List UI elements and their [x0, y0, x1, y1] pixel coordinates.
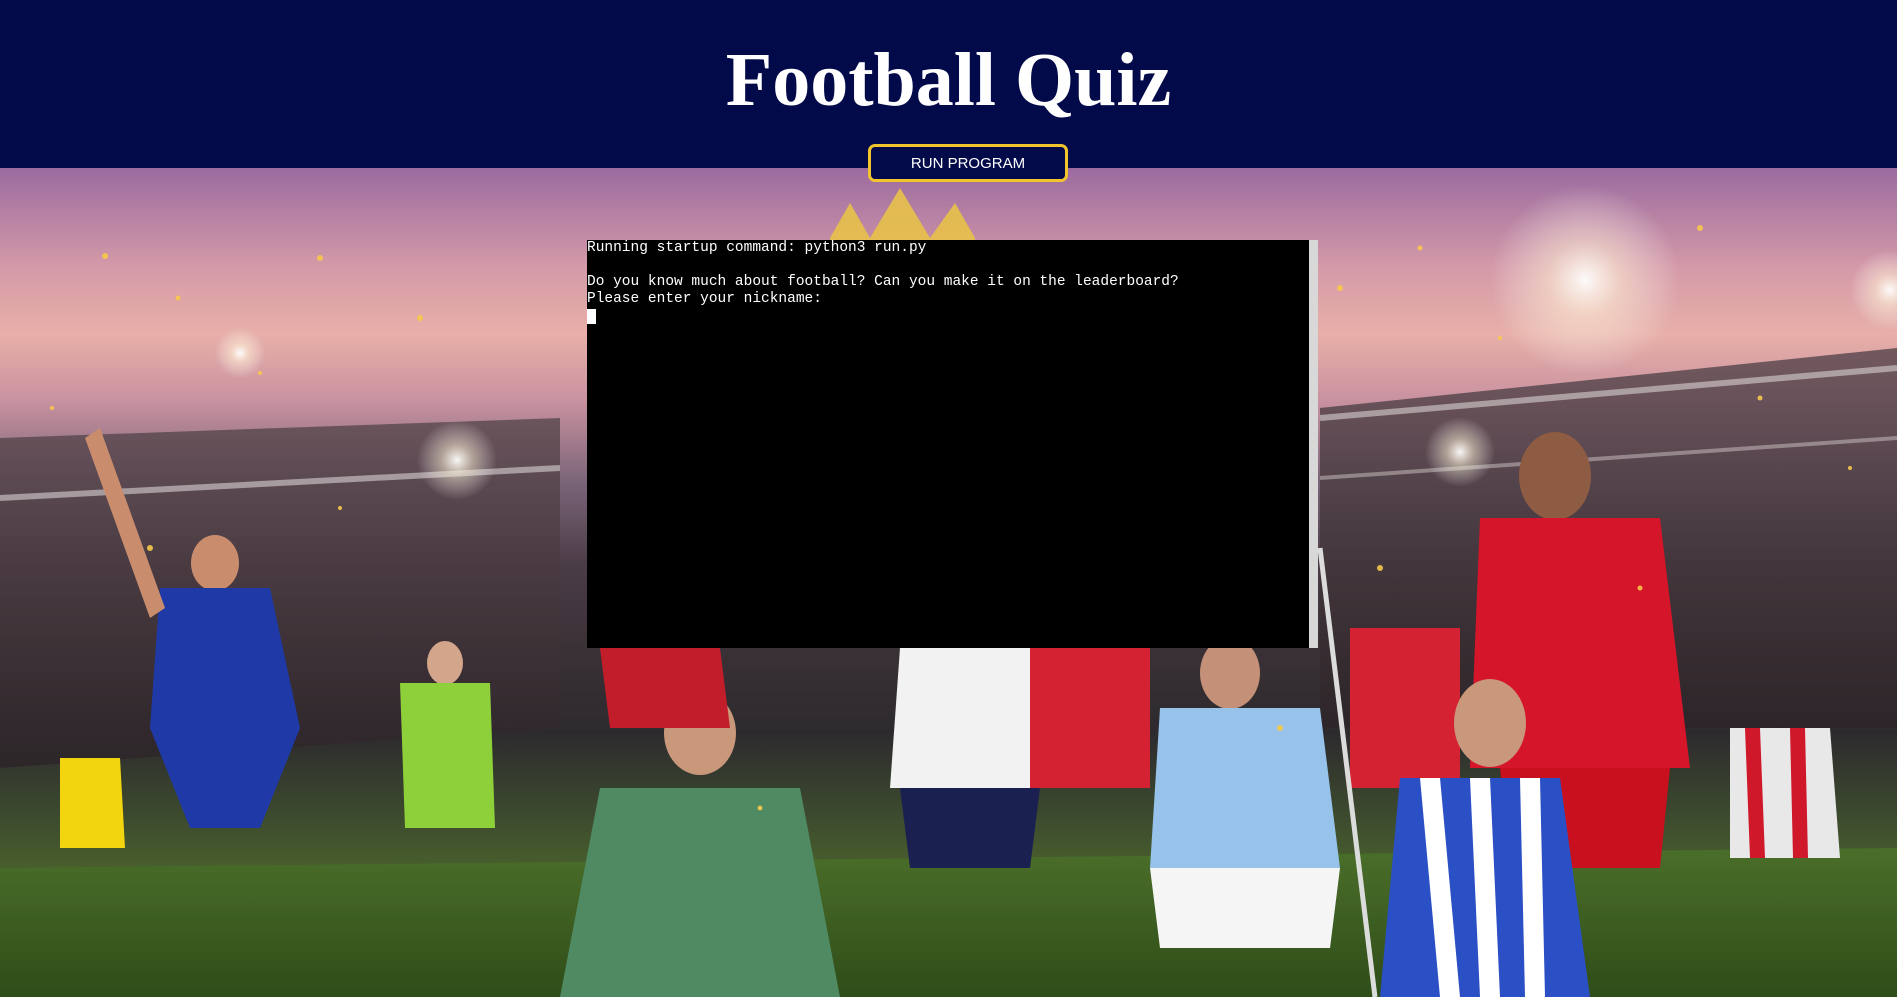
terminal-line: Do you know much about football? Can you… [587, 274, 1179, 290]
page-title: Football Quiz [725, 38, 1172, 122]
terminal-scrollbar[interactable] [1309, 240, 1318, 648]
terminal-input-line[interactable] [587, 308, 1309, 325]
page: Football Quiz RUN PROGRAM Running startu… [0, 0, 1897, 997]
terminal-cursor [587, 309, 596, 324]
run-program-button[interactable]: RUN PROGRAM [868, 144, 1068, 182]
terminal-line: Running startup command: python3 run.py [587, 240, 927, 256]
header-bar: Football Quiz [0, 0, 1897, 168]
terminal-console[interactable]: Running startup command: python3 run.py … [587, 240, 1309, 648]
terminal-line: Please enter your nickname: [587, 291, 822, 307]
